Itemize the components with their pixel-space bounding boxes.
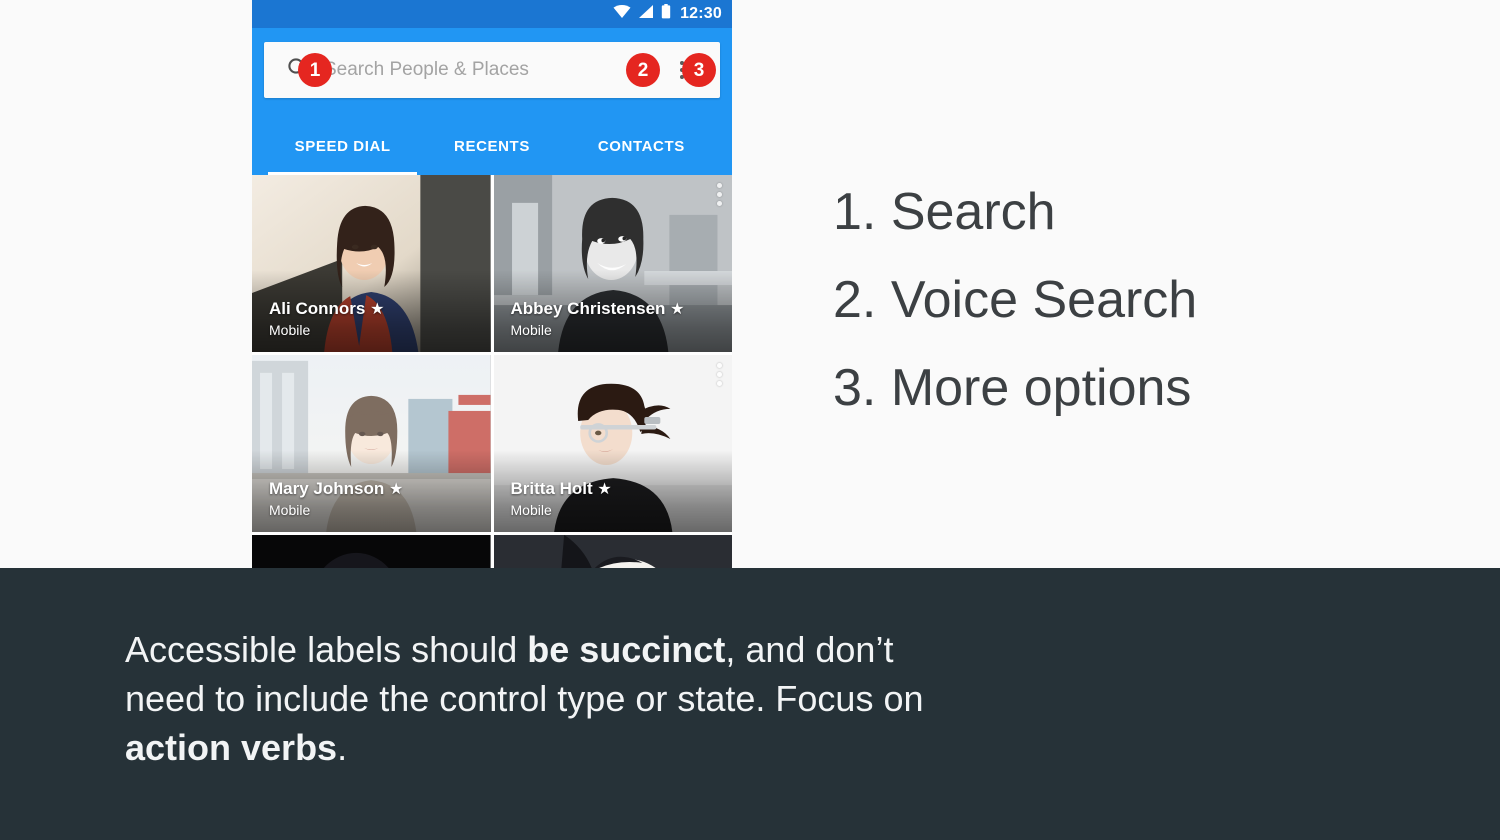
legend-item-3: 3. More options xyxy=(833,359,1192,417)
dot xyxy=(717,183,722,188)
contact-name-row: Mary Johnson ★ xyxy=(269,478,403,500)
search-field[interactable]: Search People & Places 1 2 3 xyxy=(264,42,720,98)
contact-photo xyxy=(252,535,491,568)
favorite-star-icon: ★ xyxy=(597,481,612,499)
contact-card[interactable]: Abbey Christensen ★ Mobile xyxy=(493,175,732,352)
dot xyxy=(717,201,722,206)
contact-card[interactable] xyxy=(252,535,491,568)
dot xyxy=(717,381,722,386)
favorite-star-icon: ★ xyxy=(670,301,685,319)
caption-emphasis: action verbs xyxy=(125,727,338,768)
contact-subtitle: Mobile xyxy=(510,322,552,339)
tab-label: CONTACTS xyxy=(597,138,685,155)
contact-subtitle: Mobile xyxy=(269,502,311,519)
contact-name-row: Abbey Christensen ★ xyxy=(511,298,685,320)
caption-text: Accessible labels should be succinct, an… xyxy=(125,625,945,772)
dot xyxy=(717,363,722,368)
contact-card-text: Abbey Christensen ★ Mobile xyxy=(511,298,685,340)
dot xyxy=(717,372,722,377)
contact-name: Abbey Christensen xyxy=(510,299,666,319)
callout-legend: 1. Search 2. Voice Search 3. More option… xyxy=(833,168,1433,432)
caption-emphasis: be succinct xyxy=(527,629,726,670)
callout-badge-1: 1 xyxy=(298,53,332,87)
contact-name-row: Britta Holt ★ xyxy=(511,478,612,500)
contact-card[interactable]: Ali Connors ★ Mobile xyxy=(252,175,491,352)
phone-mockup: 12:30 Search People & Places 1 2 3 SPEED… xyxy=(252,0,732,568)
tab-recents[interactable]: RECENTS xyxy=(417,118,566,175)
contact-card[interactable]: Mary Johnson ★ Mobile xyxy=(252,355,491,532)
legend-item-1: 1. Search xyxy=(833,183,1056,241)
contact-subtitle: Mobile xyxy=(269,322,311,339)
wifi-icon xyxy=(613,4,631,24)
tab-contacts[interactable]: CONTACTS xyxy=(567,118,716,175)
contact-card[interactable]: Britta Holt ★ Mobile xyxy=(493,355,732,532)
card-more-vert-icon[interactable] xyxy=(717,363,722,386)
contact-name: Britta Holt xyxy=(510,479,593,499)
legend-item-2: 2. Voice Search xyxy=(833,271,1198,329)
caption-segment: . xyxy=(337,727,348,768)
tab-label: SPEED DIAL xyxy=(294,138,391,155)
contact-photo xyxy=(493,535,732,568)
contact-card-text: Ali Connors ★ Mobile xyxy=(269,298,384,340)
tab-label: RECENTS xyxy=(454,138,530,155)
contact-grid: Ali Connors ★ Mobile Abbey Christensen ★… xyxy=(252,175,732,568)
contact-card-text: Mary Johnson ★ Mobile xyxy=(269,478,403,520)
card-more-vert-icon[interactable] xyxy=(717,183,722,206)
contact-subtitle: Mobile xyxy=(510,502,552,519)
callout-badge-2: 2 xyxy=(626,53,660,87)
favorite-star-icon: ★ xyxy=(370,301,385,319)
app-bar: Search People & Places 1 2 3 xyxy=(252,28,732,118)
signal-icon xyxy=(638,4,654,24)
caption-band: Accessible labels should be succinct, an… xyxy=(0,568,1500,840)
tab-speed-dial[interactable]: SPEED DIAL xyxy=(268,118,418,175)
status-bar: 12:30 xyxy=(252,0,732,28)
search-input[interactable]: Search People & Places xyxy=(324,59,632,81)
contact-card[interactable] xyxy=(493,535,732,568)
contact-name: Ali Connors xyxy=(269,299,366,319)
favorite-star-icon: ★ xyxy=(388,481,404,499)
dot xyxy=(717,192,722,197)
callout-badge-3: 3 xyxy=(682,53,716,87)
contact-card-text: Britta Holt ★ Mobile xyxy=(511,478,612,520)
contact-name: Mary Johnson xyxy=(269,479,385,499)
status-bar-time: 12:30 xyxy=(680,5,722,22)
tab-bar: SPEED DIAL RECENTS CONTACTS xyxy=(252,118,732,175)
battery-icon xyxy=(661,4,671,24)
contact-name-row: Ali Connors ★ xyxy=(269,298,384,320)
caption-segment: Accessible labels should xyxy=(125,629,528,670)
